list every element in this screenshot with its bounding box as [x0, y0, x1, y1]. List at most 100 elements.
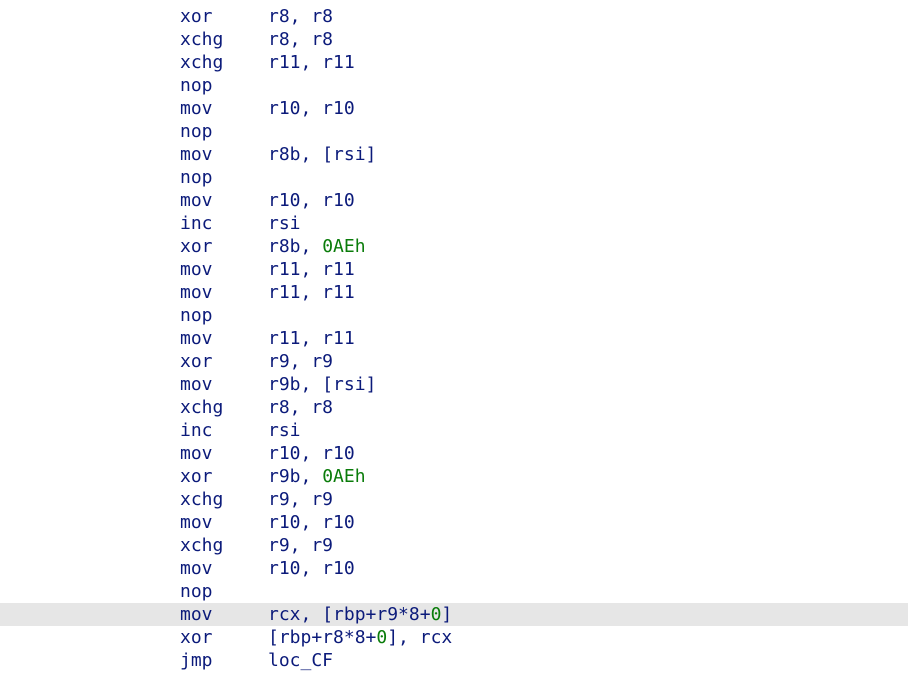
instruction-mnemonic: nop	[180, 305, 213, 326]
instruction-operands: r10, r10	[268, 442, 355, 465]
instruction-line[interactable]: xchg r9, r9	[0, 488, 908, 511]
instruction-line[interactable]: mov r11, r11	[0, 327, 908, 350]
instruction-operands: r8b, 0AEh	[268, 235, 366, 258]
instruction-mnemonic: xor	[180, 236, 213, 257]
instruction-line[interactable]: inc rsi	[0, 419, 908, 442]
instruction-mnemonic: xchg	[180, 52, 224, 73]
instruction-mnemonic: nop	[180, 75, 213, 96]
instruction-mnemonic: xchg	[180, 535, 224, 556]
instruction-line[interactable]: mov r11, r11	[0, 281, 908, 304]
instruction-operands: r8b, [rsi]	[268, 143, 376, 166]
operand-token: rsi	[268, 213, 301, 234]
operand-token: r10, r10	[268, 190, 355, 211]
instruction-line[interactable]: nop	[0, 304, 908, 327]
instruction-operands: rcx, [rbp+r9*8+0]	[268, 603, 452, 626]
instruction-operands: r9, r9	[268, 350, 333, 373]
instruction-mnemonic: nop	[180, 167, 213, 188]
instruction-mnemonic: mov	[180, 144, 213, 165]
instruction-operands: r11, r11	[268, 258, 355, 281]
instruction-line[interactable]: inc rsi	[0, 212, 908, 235]
instruction-mnemonic: xor	[180, 627, 213, 648]
operand-token: r11, r11	[268, 52, 355, 73]
instruction-mnemonic: nop	[180, 581, 213, 602]
instruction-line[interactable]: mov r10, r10	[0, 189, 908, 212]
instruction-line[interactable]: jmp loc_CF	[0, 649, 908, 672]
instruction-operands: rsi	[268, 212, 301, 235]
operand-token: r10, r10	[268, 512, 355, 533]
instruction-operands: rsi	[268, 419, 301, 442]
operand-token: [rbp+r8*8+	[268, 627, 377, 648]
instruction-operands: r11, r11	[268, 281, 355, 304]
instruction-line[interactable]: xchg r11, r11	[0, 51, 908, 74]
instruction-mnemonic: mov	[180, 374, 213, 395]
immediate-value: 0AEh	[322, 466, 366, 487]
operand-token: ], rcx	[387, 627, 453, 648]
operand-token: r8b, [rsi]	[268, 144, 377, 165]
instruction-mnemonic: xor	[180, 466, 213, 487]
instruction-operands: r9b, 0AEh	[268, 465, 366, 488]
instruction-operands: r9, r9	[268, 488, 333, 511]
instruction-mnemonic: mov	[180, 190, 213, 211]
instruction-operands: r11, r11	[268, 327, 355, 350]
instruction-operands: r10, r10	[268, 557, 355, 580]
instruction-operands: r11, r11	[268, 51, 355, 74]
instruction-line[interactable]: nop	[0, 74, 908, 97]
instruction-line[interactable]: mov r10, r10	[0, 511, 908, 534]
instruction-mnemonic: xchg	[180, 397, 224, 418]
instruction-line[interactable]: xor r8, r8	[0, 5, 908, 28]
instruction-line[interactable]: xchg r8, r8	[0, 396, 908, 419]
operand-token: ]	[441, 604, 453, 625]
instruction-mnemonic: xchg	[180, 29, 224, 50]
instruction-line[interactable]: mov r10, r10	[0, 97, 908, 120]
instruction-mnemonic: mov	[180, 98, 213, 119]
instruction-mnemonic: mov	[180, 259, 213, 280]
instruction-mnemonic: xchg	[180, 489, 224, 510]
instruction-operands: r8, r8	[268, 28, 333, 51]
instruction-operands: r8, r8	[268, 396, 333, 419]
instruction-listing[interactable]: xor r8, r8 xchg r8, r8 xchg r11, r11 nop mov r10…	[0, 5, 908, 672]
instruction-mnemonic: mov	[180, 443, 213, 464]
operand-token: r8, r8	[268, 29, 334, 50]
operand-token: loc_CF	[268, 650, 334, 671]
instruction-operands: r10, r10	[268, 511, 355, 534]
instruction-operands: loc_CF	[268, 649, 333, 672]
operand-token: r9b,	[268, 466, 323, 487]
operand-token: r10, r10	[268, 443, 355, 464]
operand-token: r11, r11	[268, 328, 355, 349]
instruction-line[interactable]: xor [rbp+r8*8+0], rcx	[0, 626, 908, 649]
operand-token: r11, r11	[268, 259, 355, 280]
instruction-line[interactable]: xor r9b, 0AEh	[0, 465, 908, 488]
operand-token: r9, r9	[268, 489, 334, 510]
instruction-line[interactable]: nop	[0, 580, 908, 603]
operand-token: r9, r9	[268, 535, 334, 556]
operand-token: r8b,	[268, 236, 323, 257]
instruction-mnemonic: mov	[180, 512, 213, 533]
instruction-line[interactable]: nop	[0, 120, 908, 143]
instruction-line[interactable]: mov r8b, [rsi]	[0, 143, 908, 166]
operand-token: rsi	[268, 420, 301, 441]
instruction-line[interactable]: xchg r9, r9	[0, 534, 908, 557]
immediate-value: 0AEh	[322, 236, 366, 257]
operand-token: r9, r9	[268, 351, 334, 372]
instruction-line[interactable]: mov r10, r10	[0, 557, 908, 580]
instruction-line[interactable]: xchg r8, r8	[0, 28, 908, 51]
instruction-line[interactable]: nop	[0, 166, 908, 189]
operand-token: r10, r10	[268, 558, 355, 579]
instruction-line[interactable]: mov r11, r11	[0, 258, 908, 281]
instruction-operands: r8, r8	[268, 5, 333, 28]
operand-token: r10, r10	[268, 98, 355, 119]
instruction-line[interactable]: xor r9, r9	[0, 350, 908, 373]
operand-token: rcx, [rbp+r9*8+	[268, 604, 431, 625]
instruction-mnemonic: jmp	[180, 650, 213, 671]
operand-token: r11, r11	[268, 282, 355, 303]
instruction-operands: r9b, [rsi]	[268, 373, 376, 396]
instruction-line[interactable]: mov r9b, [rsi]	[0, 373, 908, 396]
instruction-mnemonic: inc	[180, 213, 213, 234]
instruction-mnemonic: mov	[180, 328, 213, 349]
operand-token: r8, r8	[268, 397, 334, 418]
instruction-line[interactable]: xor r8b, 0AEh	[0, 235, 908, 258]
instruction-line[interactable]: mov rcx, [rbp+r9*8+0]	[0, 603, 908, 626]
instruction-operands: r10, r10	[268, 97, 355, 120]
instruction-mnemonic: mov	[180, 558, 213, 579]
instruction-line[interactable]: mov r10, r10	[0, 442, 908, 465]
